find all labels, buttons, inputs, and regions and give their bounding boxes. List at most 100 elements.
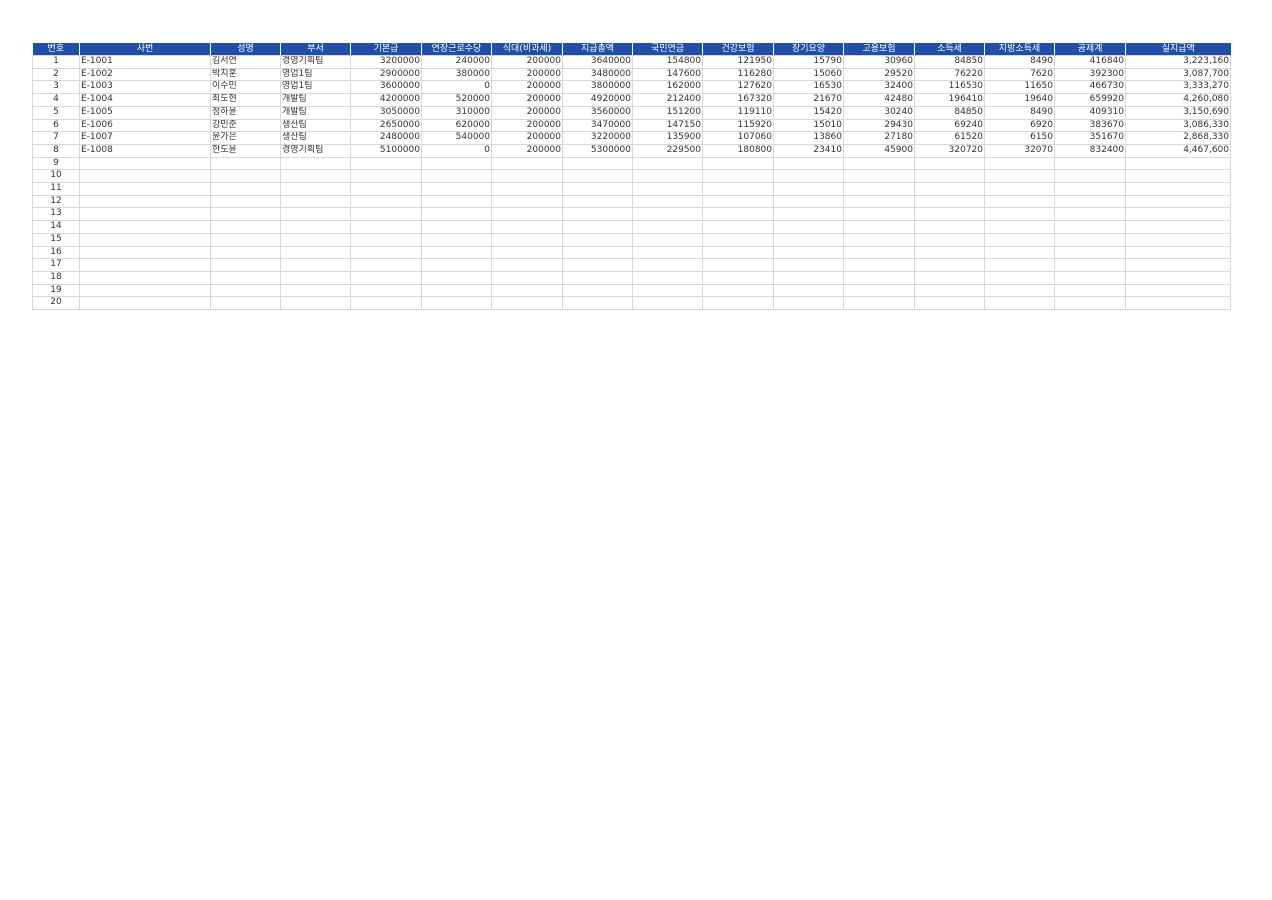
cell-overtime[interactable] [421, 245, 492, 260]
cell-gross[interactable]: 3640000 [562, 55, 633, 69]
cell-deduction-total[interactable] [1054, 194, 1126, 209]
cell-local-tax[interactable] [984, 270, 1055, 285]
cell-deduction-total[interactable]: 383670 [1054, 118, 1126, 133]
cell-health[interactable]: 107060 [702, 131, 774, 145]
cell-employment[interactable] [843, 258, 915, 272]
cell-net-pay[interactable] [1125, 194, 1231, 209]
cell-pension[interactable] [632, 258, 703, 272]
cell-dept[interactable] [280, 169, 351, 184]
cell-base-pay[interactable] [350, 283, 422, 298]
cell-base-pay[interactable] [350, 169, 422, 184]
cell-overtime[interactable]: 240000 [421, 55, 492, 69]
cell-income-tax[interactable] [914, 182, 985, 196]
cell-base-pay[interactable] [350, 207, 422, 222]
cell-name[interactable] [210, 245, 281, 260]
cell-base-pay[interactable] [350, 220, 422, 234]
cell-deduction-total[interactable] [1054, 169, 1126, 184]
cell-emp-id[interactable]: E-1006 [79, 118, 211, 133]
cell-local-tax[interactable]: 6150 [984, 131, 1055, 145]
cell-no[interactable]: 14 [32, 220, 80, 234]
cell-overtime[interactable] [421, 296, 492, 311]
cell-emp-id[interactable]: E-1004 [79, 93, 211, 107]
cell-ltc[interactable] [773, 296, 844, 311]
cell-overtime[interactable] [421, 258, 492, 272]
cell-meal[interactable] [491, 182, 563, 196]
cell-employment[interactable] [843, 245, 915, 260]
cell-pension[interactable] [632, 169, 703, 184]
cell-pension[interactable] [632, 283, 703, 298]
cell-meal[interactable]: 200000 [491, 143, 563, 158]
cell-no[interactable]: 3 [32, 80, 80, 95]
cell-meal[interactable]: 200000 [491, 93, 563, 107]
cell-net-pay[interactable] [1125, 220, 1231, 234]
cell-emp-id[interactable] [79, 270, 211, 285]
cell-health[interactable] [702, 245, 774, 260]
cell-dept[interactable]: 영업1팀 [280, 80, 351, 95]
cell-deduction-total[interactable] [1054, 296, 1126, 311]
cell-deduction-total[interactable]: 351670 [1054, 131, 1126, 145]
cell-no[interactable]: 9 [32, 156, 80, 171]
cell-local-tax[interactable] [984, 283, 1055, 298]
cell-name[interactable]: 윤가은 [210, 131, 281, 145]
cell-deduction-total[interactable] [1054, 245, 1126, 260]
cell-dept[interactable] [280, 232, 351, 247]
cell-base-pay[interactable]: 2650000 [350, 118, 422, 133]
cell-employment[interactable] [843, 220, 915, 234]
cell-dept[interactable] [280, 182, 351, 196]
cell-dept[interactable] [280, 258, 351, 272]
cell-health[interactable] [702, 182, 774, 196]
cell-employment[interactable]: 29430 [843, 118, 915, 133]
cell-ltc[interactable] [773, 169, 844, 184]
cell-base-pay[interactable]: 2900000 [350, 67, 422, 82]
cell-meal[interactable]: 200000 [491, 67, 563, 82]
cell-health[interactable] [702, 296, 774, 311]
cell-employment[interactable]: 45900 [843, 143, 915, 158]
cell-emp-id[interactable] [79, 258, 211, 272]
cell-emp-id[interactable]: E-1001 [79, 55, 211, 69]
cell-health[interactable]: 115920 [702, 118, 774, 133]
cell-no[interactable]: 20 [32, 296, 80, 311]
cell-gross[interactable] [562, 220, 633, 234]
cell-gross[interactable] [562, 283, 633, 298]
cell-emp-id[interactable]: E-1003 [79, 80, 211, 95]
cell-local-tax[interactable]: 11650 [984, 80, 1055, 95]
cell-income-tax[interactable]: 69240 [914, 118, 985, 133]
cell-name[interactable]: 김서연 [210, 55, 281, 69]
cell-income-tax[interactable]: 76220 [914, 67, 985, 82]
column-header-name[interactable]: 성명 [210, 43, 281, 56]
cell-employment[interactable] [843, 207, 915, 222]
column-header-no[interactable]: 번호 [32, 43, 80, 56]
cell-net-pay[interactable] [1125, 296, 1231, 311]
cell-base-pay[interactable] [350, 258, 422, 272]
cell-income-tax[interactable] [914, 156, 985, 171]
cell-gross[interactable] [562, 182, 633, 196]
cell-name[interactable] [210, 169, 281, 184]
cell-emp-id[interactable]: E-1008 [79, 143, 211, 158]
cell-meal[interactable] [491, 220, 563, 234]
cell-emp-id[interactable] [79, 194, 211, 209]
cell-deduction-total[interactable]: 466730 [1054, 80, 1126, 95]
cell-no[interactable]: 4 [32, 93, 80, 107]
cell-employment[interactable] [843, 232, 915, 247]
column-header-pension[interactable]: 국민연금 [632, 43, 703, 56]
cell-net-pay[interactable]: 4,467,600 [1125, 143, 1231, 158]
cell-overtime[interactable]: 620000 [421, 118, 492, 133]
cell-deduction-total[interactable] [1054, 258, 1126, 272]
cell-employment[interactable]: 29520 [843, 67, 915, 82]
cell-gross[interactable] [562, 194, 633, 209]
cell-no[interactable]: 7 [32, 131, 80, 145]
cell-pension[interactable]: 135900 [632, 131, 703, 145]
cell-dept[interactable]: 생산팀 [280, 118, 351, 133]
cell-net-pay[interactable]: 3,087,700 [1125, 67, 1231, 82]
cell-ltc[interactable]: 21670 [773, 93, 844, 107]
cell-pension[interactable]: 147600 [632, 67, 703, 82]
cell-pension[interactable] [632, 232, 703, 247]
cell-income-tax[interactable] [914, 258, 985, 272]
cell-meal[interactable] [491, 245, 563, 260]
cell-overtime[interactable] [421, 220, 492, 234]
cell-dept[interactable]: 생산팀 [280, 131, 351, 145]
cell-local-tax[interactable] [984, 207, 1055, 222]
cell-employment[interactable]: 30960 [843, 55, 915, 69]
cell-employment[interactable]: 30240 [843, 105, 915, 120]
cell-no[interactable]: 1 [32, 55, 80, 69]
